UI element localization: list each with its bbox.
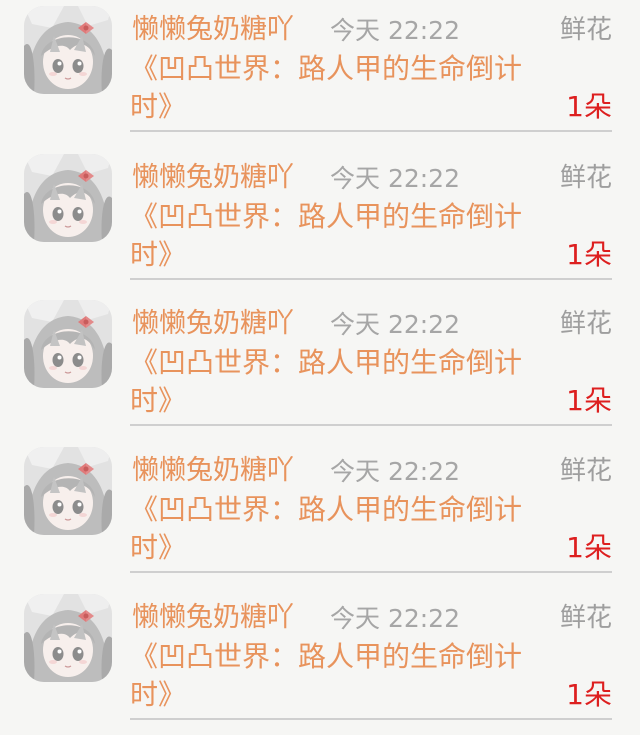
timestamp: 今天 22:22 <box>330 457 460 486</box>
anime-girl-avatar-icon[interactable] <box>24 6 112 94</box>
gift-type-label: 鲜花 <box>559 309 612 339</box>
gift-count: 1朵 <box>566 238 612 271</box>
divider <box>130 718 612 720</box>
timestamp: 今天 22:22 <box>330 16 460 45</box>
timestamp: 今天 22:22 <box>330 164 460 193</box>
list-item[interactable]: 懒懒兔奶糖吖 今天 22:22 鲜花 《凹凸世界：路人甲的生命倒计时》 1朵 <box>0 294 640 441</box>
book-title-link[interactable]: 《凹凸世界：路人甲的生命倒计时》 <box>130 491 560 567</box>
divider <box>130 278 612 280</box>
book-title-link[interactable]: 《凹凸世界：路人甲的生命倒计时》 <box>130 344 560 420</box>
anime-girl-avatar-icon[interactable] <box>24 300 112 388</box>
divider <box>130 130 612 132</box>
list-item[interactable]: 懒懒兔奶糖吖 今天 22:22 鲜花 《凹凸世界：路人甲的生命倒计时》 1朵 <box>0 0 640 147</box>
anime-girl-avatar-icon[interactable] <box>24 447 112 535</box>
timestamp: 今天 22:22 <box>330 310 460 339</box>
gift-count: 1朵 <box>566 531 612 564</box>
gift-record-list: 懒懒兔奶糖吖 今天 22:22 鲜花 《凹凸世界：路人甲的生命倒计时》 1朵 懒… <box>0 0 640 722</box>
username[interactable]: 懒懒兔奶糖吖 <box>132 10 294 50</box>
book-title-link[interactable]: 《凹凸世界：路人甲的生命倒计时》 <box>130 638 560 714</box>
username[interactable]: 懒懒兔奶糖吖 <box>132 158 294 198</box>
gift-count: 1朵 <box>566 678 612 711</box>
timestamp: 今天 22:22 <box>330 604 460 633</box>
gift-type-label: 鲜花 <box>559 15 612 45</box>
gift-count: 1朵 <box>566 384 612 417</box>
username[interactable]: 懒懒兔奶糖吖 <box>132 451 294 491</box>
divider <box>130 424 612 426</box>
gift-count: 1朵 <box>566 90 612 123</box>
username[interactable]: 懒懒兔奶糖吖 <box>132 304 294 344</box>
gift-type-label: 鲜花 <box>559 603 612 633</box>
list-item[interactable]: 懒懒兔奶糖吖 今天 22:22 鲜花 《凹凸世界：路人甲的生命倒计时》 1朵 <box>0 148 640 295</box>
list-item[interactable]: 懒懒兔奶糖吖 今天 22:22 鲜花 《凹凸世界：路人甲的生命倒计时》 1朵 <box>0 588 640 735</box>
book-title-link[interactable]: 《凹凸世界：路人甲的生命倒计时》 <box>130 198 560 274</box>
list-item[interactable]: 懒懒兔奶糖吖 今天 22:22 鲜花 《凹凸世界：路人甲的生命倒计时》 1朵 <box>0 441 640 588</box>
anime-girl-avatar-icon[interactable] <box>24 594 112 682</box>
username[interactable]: 懒懒兔奶糖吖 <box>132 598 294 638</box>
anime-girl-avatar-icon[interactable] <box>24 154 112 242</box>
gift-type-label: 鲜花 <box>559 456 612 486</box>
gift-type-label: 鲜花 <box>559 163 612 193</box>
divider <box>130 571 612 573</box>
book-title-link[interactable]: 《凹凸世界：路人甲的生命倒计时》 <box>130 50 560 126</box>
